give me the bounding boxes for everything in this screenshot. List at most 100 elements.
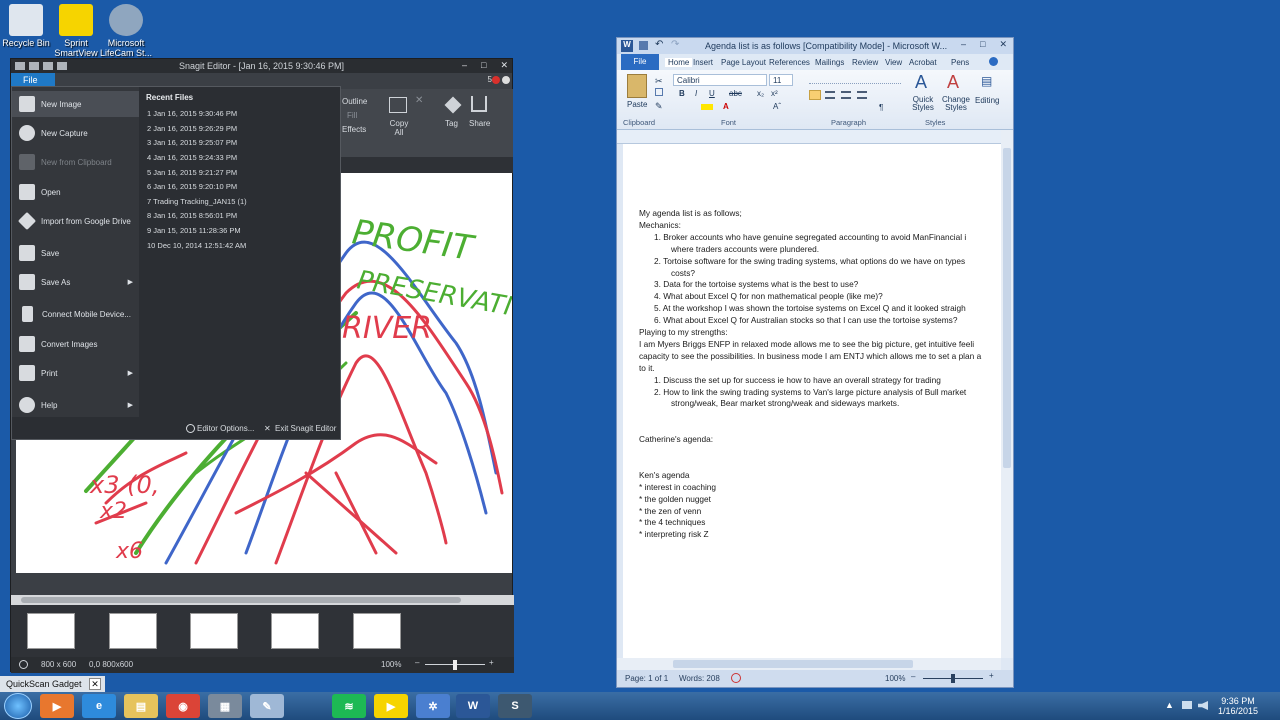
proofing-icon[interactable] [731,673,741,683]
notepad-icon[interactable]: ✎ [250,694,284,718]
tab-pens[interactable]: Pens [951,58,969,67]
internet-explorer-icon[interactable]: e [82,694,116,718]
font-color-icon[interactable]: A [723,102,729,111]
start-button[interactable] [4,693,32,719]
effects-dropdown[interactable]: Effects [342,125,366,134]
scroll-thumb[interactable] [21,597,461,603]
menu-item-save[interactable]: Save [12,240,139,266]
tray-thumbnail[interactable] [271,613,319,649]
help-icon[interactable] [989,57,998,66]
recent-file-item[interactable]: 1 Jan 16, 2015 9:30:46 PM [147,109,237,118]
clock[interactable]: 9:36 PM 1/16/2015 [1218,696,1258,716]
copy-all-button[interactable]: Copy All [387,119,411,137]
horizontal-scrollbar[interactable] [617,658,1001,670]
document-page[interactable]: My agenda list is as follows; Mechanics: 1… [623,144,1001,658]
highlight-icon[interactable] [701,104,713,110]
zoom-level[interactable]: 100% [885,674,905,683]
grow-font-icon[interactable]: Aˆ [773,102,781,111]
tag-button[interactable]: Tag [445,119,458,128]
zoom-slider-thumb[interactable] [951,674,955,683]
menu-item-new-image[interactable]: New Image [12,91,139,117]
pilcrow-icon[interactable]: ¶ [879,103,883,112]
tab-file[interactable]: File [621,54,659,70]
tray-thumbnail[interactable] [190,613,238,649]
recent-file-item[interactable]: 5 Jan 16, 2015 9:21:27 PM [147,168,237,177]
recent-file-item[interactable]: 6 Jan 16, 2015 9:20:10 PM [147,182,237,191]
quickscan-gadget[interactable]: QuickScan Gadget ✕ [0,676,105,692]
tab-mailings[interactable]: Mailings [815,58,844,67]
subscript-button[interactable]: x₂ [757,89,764,98]
tray-thumbnail[interactable] [27,613,75,649]
bullets-numbering-row[interactable] [809,74,901,84]
menu-item-connect-mobile[interactable]: Connect Mobile Device... [12,301,139,327]
desktop-icon-lifecam[interactable]: Microsoft LifeCam St... [94,4,158,58]
close-icon[interactable]: ✕ [89,678,101,690]
share-button[interactable]: Share [469,119,490,128]
delete-icon[interactable]: ✕ [415,95,423,106]
exit-snagit-button[interactable]: Exit Snagit Editor [275,424,336,433]
recent-file-item[interactable]: 4 Jan 16, 2015 9:24:33 PM [147,153,237,162]
media-player-icon[interactable]: ▶ [40,694,74,718]
fill-dropdown[interactable]: Fill [347,111,357,120]
recent-file-item[interactable]: 9 Jan 15, 2015 11:28:36 PM [147,226,241,235]
undo-icon[interactable]: ↶ [655,39,663,50]
save-icon[interactable] [639,41,648,50]
menu-item-import-google-drive[interactable]: Import from Google Drive [12,208,139,234]
close-button[interactable]: ✕ [500,60,508,71]
redo-icon[interactable]: ↷ [671,39,679,50]
menu-item-open[interactable]: Open [12,179,139,205]
tab-references[interactable]: References [769,58,810,67]
tray-arrow-icon[interactable]: ▲ [1165,700,1174,710]
superscript-button[interactable]: x² [771,89,778,98]
close-button[interactable]: ✕ [999,39,1007,50]
zoom-in-button[interactable]: + [989,671,994,680]
minimize-button[interactable]: – [961,39,966,50]
maximize-button[interactable]: □ [980,39,985,50]
quick-styles-button[interactable]: Quick Styles [909,96,937,112]
align-left-button[interactable] [809,90,821,100]
tray-thumbnail[interactable] [109,613,157,649]
outline-dropdown[interactable]: Outline [342,97,367,106]
tab-view[interactable]: View [885,58,902,67]
zoom-slider-thumb[interactable] [453,660,457,670]
vertical-scrollbar[interactable] [1001,130,1013,658]
paste-button[interactable]: Paste [627,100,647,109]
minimize-button[interactable]: – [462,60,467,71]
scroll-thumb[interactable] [673,660,913,668]
info-icon[interactable] [19,660,28,669]
menu-item-help[interactable]: Help ▶ [12,392,139,418]
recent-file-item[interactable]: 2 Jan 16, 2015 9:26:29 PM [147,124,237,133]
scroll-thumb[interactable] [1003,148,1011,468]
tab-insert[interactable]: Insert [693,58,713,67]
italic-button[interactable]: I [695,89,697,98]
underline-button[interactable]: U [709,89,715,98]
align-right-button[interactable] [841,91,851,99]
zoom-in-button[interactable]: + [489,658,494,667]
recent-file-item[interactable]: 3 Jan 16, 2015 9:25:07 PM [147,138,237,147]
tab-acrobat[interactable]: Acrobat [909,58,937,67]
tray-thumbnail[interactable] [353,613,401,649]
menu-item-new-from-clipboard[interactable]: New from Clipboard [12,149,139,175]
recent-file-item[interactable]: 8 Jan 16, 2015 8:56:01 PM [147,211,237,220]
file-tab[interactable]: File [11,73,55,87]
calculator-icon[interactable]: ▦ [208,694,242,718]
tab-home[interactable]: Home [665,58,693,67]
format-painter-icon[interactable]: ✎ [655,101,663,112]
font-name-box[interactable]: Calibri [673,74,767,86]
notification-icon[interactable] [492,76,500,84]
volume-icon[interactable] [1198,701,1208,710]
settings-icon[interactable]: ✲ [416,694,450,718]
cut-icon[interactable]: ✂ [655,76,663,87]
word-icon[interactable]: W [456,694,490,718]
zoom-out-button[interactable]: – [911,672,915,681]
help-icon[interactable] [502,76,510,84]
menu-item-convert-images[interactable]: Convert Images [12,331,139,357]
recent-file-item[interactable]: 7 Trading Tracking_JAN15 (1) [147,197,247,206]
tab-page-layout[interactable]: Page Layout [721,58,766,67]
chrome-icon[interactable]: ◉ [166,694,200,718]
recent-file-item[interactable]: 10 Dec 10, 2014 12:51:42 AM [147,241,246,250]
word-count[interactable]: Words: 208 [679,674,720,683]
copy-icon[interactable] [655,88,663,96]
justify-button[interactable] [857,91,867,99]
page-indicator[interactable]: Page: 1 of 1 [625,674,668,683]
